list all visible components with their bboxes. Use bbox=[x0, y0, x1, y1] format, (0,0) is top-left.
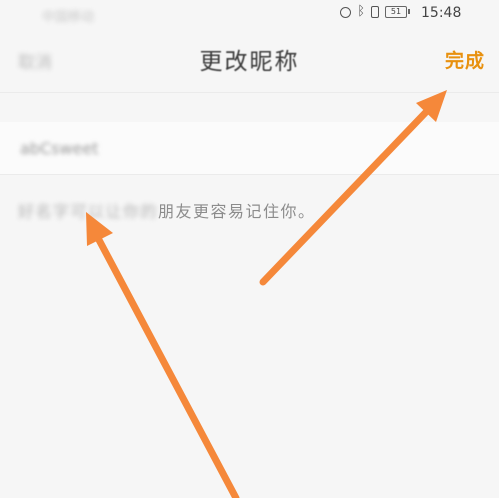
section-divider-bottom bbox=[0, 174, 499, 175]
alarm-icon bbox=[340, 6, 352, 18]
status-bar: 中国移动 ᛒ 51 15:48 bbox=[0, 0, 499, 28]
hint-visible-text: 朋友更容易记住你。 bbox=[158, 202, 316, 221]
carrier-label: 中国移动 bbox=[42, 10, 95, 25]
header-divider bbox=[0, 92, 499, 93]
nickname-hint: 好名字可以让你的朋友更容易记住你。 bbox=[18, 198, 316, 222]
clock: 15:48 bbox=[421, 5, 462, 21]
change-nickname-screen: 中国移动 ᛒ 51 15:48 取消 更改昵称 完成 好名字可以让你的朋友更容易… bbox=[0, 0, 499, 498]
nickname-input[interactable] bbox=[18, 134, 462, 162]
status-icons: ᛒ 51 bbox=[340, 4, 410, 19]
arrow-head bbox=[416, 90, 447, 122]
header: 取消 更改昵称 完成 bbox=[0, 28, 499, 92]
vibrate-icon bbox=[371, 6, 379, 18]
arrow-to-hint-text bbox=[86, 212, 240, 498]
done-button[interactable]: 完成 bbox=[445, 46, 485, 73]
bluetooth-icon: ᛒ bbox=[357, 4, 365, 19]
hint-obscured-text: 好名字可以让你的 bbox=[18, 202, 159, 221]
page-title: 更改昵称 bbox=[199, 49, 300, 75]
arrow-icon bbox=[94, 234, 240, 498]
nickname-row bbox=[0, 122, 499, 174]
arrow-to-done-button bbox=[259, 90, 447, 286]
battery-icon: 51 bbox=[385, 6, 410, 18]
